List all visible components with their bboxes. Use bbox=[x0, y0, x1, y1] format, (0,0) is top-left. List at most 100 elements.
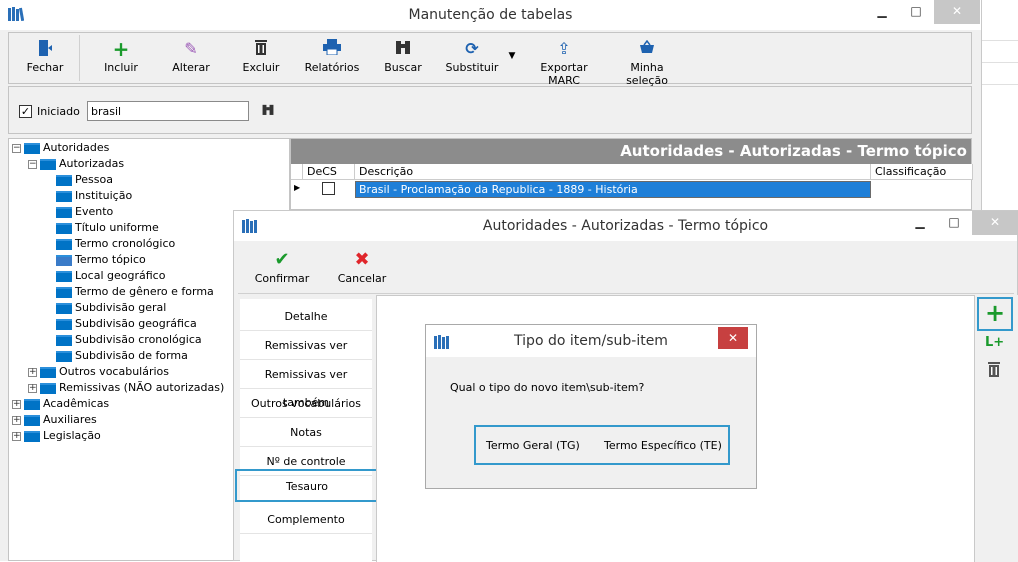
incluir-button[interactable]: + Incluir bbox=[99, 39, 143, 74]
tab-remissivas-ver-tambem[interactable]: Remissivas ver também bbox=[240, 361, 372, 409]
buscar-button[interactable]: Buscar bbox=[381, 39, 425, 74]
tree-node-subdivisao-geral[interactable]: Subdivisão geral bbox=[75, 300, 166, 316]
delete-item-button[interactable] bbox=[987, 361, 1001, 380]
termo-geral-button[interactable]: Termo Geral (TG) bbox=[486, 439, 580, 452]
tree-node-titulo-uniforme[interactable]: Título uniforme bbox=[75, 220, 159, 236]
expand-outros[interactable]: + bbox=[28, 368, 37, 377]
minimize-button[interactable]: ▁ bbox=[866, 0, 898, 24]
cancelar-label: Cancelar bbox=[337, 272, 387, 285]
tab-list: Detalhe Remissivas ver Remissivas ver ta… bbox=[235, 299, 379, 562]
tree-node-evento[interactable]: Evento bbox=[75, 204, 113, 220]
maximize-button[interactable]: □ bbox=[900, 0, 932, 24]
collapse-autorizadas[interactable]: − bbox=[28, 160, 37, 169]
tree-node-termo-cronologico[interactable]: Termo cronológico bbox=[75, 236, 175, 252]
folder-icon bbox=[56, 223, 72, 234]
substituir-dropdown-arrow[interactable]: ▼ bbox=[507, 51, 517, 61]
folder-icon bbox=[24, 431, 40, 442]
tree-node-termo-genero-forma[interactable]: Termo de gênero e forma bbox=[75, 284, 214, 300]
tree-node-auxiliares[interactable]: Auxiliares bbox=[43, 412, 97, 428]
tree-node-local-geografico[interactable]: Local geográfico bbox=[75, 268, 165, 284]
folder-icon bbox=[56, 191, 72, 202]
tree-node-instituicao[interactable]: Instituição bbox=[75, 188, 132, 204]
printer-icon bbox=[303, 39, 361, 59]
cancelar-button[interactable]: ✖ Cancelar bbox=[332, 250, 392, 286]
folder-icon bbox=[40, 383, 56, 394]
excluir-label: Excluir bbox=[242, 61, 280, 74]
folder-icon bbox=[56, 287, 72, 298]
tree-node-outros-vocabularios[interactable]: Outros vocabulários bbox=[59, 364, 169, 380]
folder-icon bbox=[56, 239, 72, 250]
pencil-icon: ✎ bbox=[184, 39, 198, 58]
confirmar-label: Confirmar bbox=[254, 272, 310, 285]
excluir-button[interactable]: Excluir bbox=[239, 39, 283, 74]
col-header-descricao[interactable]: Descrição bbox=[355, 164, 871, 180]
folder-icon bbox=[56, 303, 72, 314]
search-input[interactable] bbox=[87, 101, 249, 121]
tesauro-side-toolbar: + L+ bbox=[974, 295, 1018, 562]
alterar-label: Alterar bbox=[172, 61, 210, 74]
binoculars-icon bbox=[381, 39, 425, 59]
tab-detalhe[interactable]: Detalhe bbox=[240, 303, 372, 331]
tree-node-termo-topico[interactable]: Termo tópico bbox=[75, 252, 146, 268]
collapse-autoridades[interactable]: − bbox=[12, 144, 21, 153]
folder-icon bbox=[56, 207, 72, 218]
child-minimize-button[interactable]: ▁ bbox=[904, 211, 936, 235]
col-header-classificacao[interactable]: Classificação bbox=[871, 164, 973, 180]
expand-legislacao[interactable]: + bbox=[12, 432, 21, 441]
buscar-label: Buscar bbox=[384, 61, 422, 74]
alterar-button[interactable]: ✎ Alterar bbox=[169, 39, 213, 74]
folder-icon bbox=[40, 159, 56, 170]
grid-heading: Autoridades - Autorizadas - Termo tópico bbox=[291, 139, 971, 164]
tree-node-academicas[interactable]: Acadêmicas bbox=[43, 396, 109, 412]
tree-node-subdivisao-cronologica[interactable]: Subdivisão cronológica bbox=[75, 332, 202, 348]
dialog-close-button[interactable]: ✕ bbox=[718, 327, 748, 349]
tree-node-subdivisao-forma[interactable]: Subdivisão de forma bbox=[75, 348, 188, 364]
folder-icon bbox=[56, 175, 72, 186]
tab-remissivas-ver[interactable]: Remissivas ver bbox=[240, 332, 372, 360]
child-maximize-button[interactable]: □ bbox=[938, 211, 970, 235]
upload-icon: ⇪ bbox=[557, 39, 571, 58]
close-button[interactable]: ✕ bbox=[934, 0, 980, 24]
toolbar-separator bbox=[79, 35, 80, 81]
child-close-button[interactable]: ✕ bbox=[972, 211, 1018, 235]
tree-node-legislacao[interactable]: Legislação bbox=[43, 428, 101, 444]
folder-icon bbox=[24, 415, 40, 426]
basket-icon bbox=[609, 39, 685, 59]
tab-outros-vocabularios[interactable]: Outros vocabulários bbox=[240, 390, 372, 418]
decs-checkbox[interactable] bbox=[322, 182, 335, 195]
tab-notas[interactable]: Notas bbox=[240, 419, 372, 447]
relatorios-label: Relatórios bbox=[304, 61, 360, 74]
expand-remissivas[interactable]: + bbox=[28, 384, 37, 393]
exportar-marc-button[interactable]: ⇪ Exportar MARC bbox=[523, 39, 605, 87]
tree-node-pessoa[interactable]: Pessoa bbox=[75, 172, 113, 188]
tree-node-autoridades[interactable]: Autoridades bbox=[43, 140, 109, 156]
minha-selecao-button[interactable]: Minha seleção bbox=[609, 39, 685, 87]
tree-node-subdivisao-geografica[interactable]: Subdivisão geográfica bbox=[75, 316, 197, 332]
substituir-button[interactable]: ⟳ Substituir bbox=[443, 39, 501, 74]
tipo-item-dialog: Tipo do item/sub-item ✕ Qual o tipo do n… bbox=[425, 324, 757, 489]
tab-tesauro[interactable]: Tesauro bbox=[235, 469, 379, 502]
add-subitem-button[interactable]: L+ bbox=[985, 335, 1004, 350]
table-row[interactable]: Brasil - Proclamação da Republica - 1889… bbox=[355, 181, 871, 198]
folder-open-x-icon bbox=[56, 255, 72, 266]
expand-academicas[interactable]: + bbox=[12, 400, 21, 409]
minha-selecao-label: Minha seleção bbox=[626, 61, 668, 87]
add-item-button[interactable]: + bbox=[977, 297, 1013, 331]
folder-icon bbox=[24, 143, 40, 154]
refresh-icon: ⟳ bbox=[465, 39, 479, 58]
child-toolbar: ✔ Confirmar ✖ Cancelar bbox=[238, 244, 1014, 294]
relatorios-button[interactable]: Relatórios bbox=[303, 39, 361, 74]
confirmar-button[interactable]: ✔ Confirmar bbox=[252, 250, 312, 286]
tree-node-remissivas[interactable]: Remissivas (NÃO autorizadas) bbox=[59, 380, 224, 396]
expand-auxiliares[interactable]: + bbox=[12, 416, 21, 425]
filter-bar: ✓ Iniciado bbox=[8, 86, 972, 134]
folder-icon bbox=[56, 271, 72, 282]
fechar-button[interactable]: Fechar bbox=[23, 39, 67, 74]
col-header-decs[interactable]: DeCS bbox=[303, 164, 355, 180]
folder-icon bbox=[24, 399, 40, 410]
tree-node-autorizadas[interactable]: Autorizadas bbox=[59, 156, 124, 172]
termo-especifico-button[interactable]: Termo Específico (TE) bbox=[604, 439, 722, 452]
search-binoculars-icon[interactable] bbox=[261, 103, 275, 119]
tab-complemento[interactable]: Complemento bbox=[240, 506, 372, 534]
iniciado-checkbox[interactable]: ✓ bbox=[19, 105, 32, 118]
